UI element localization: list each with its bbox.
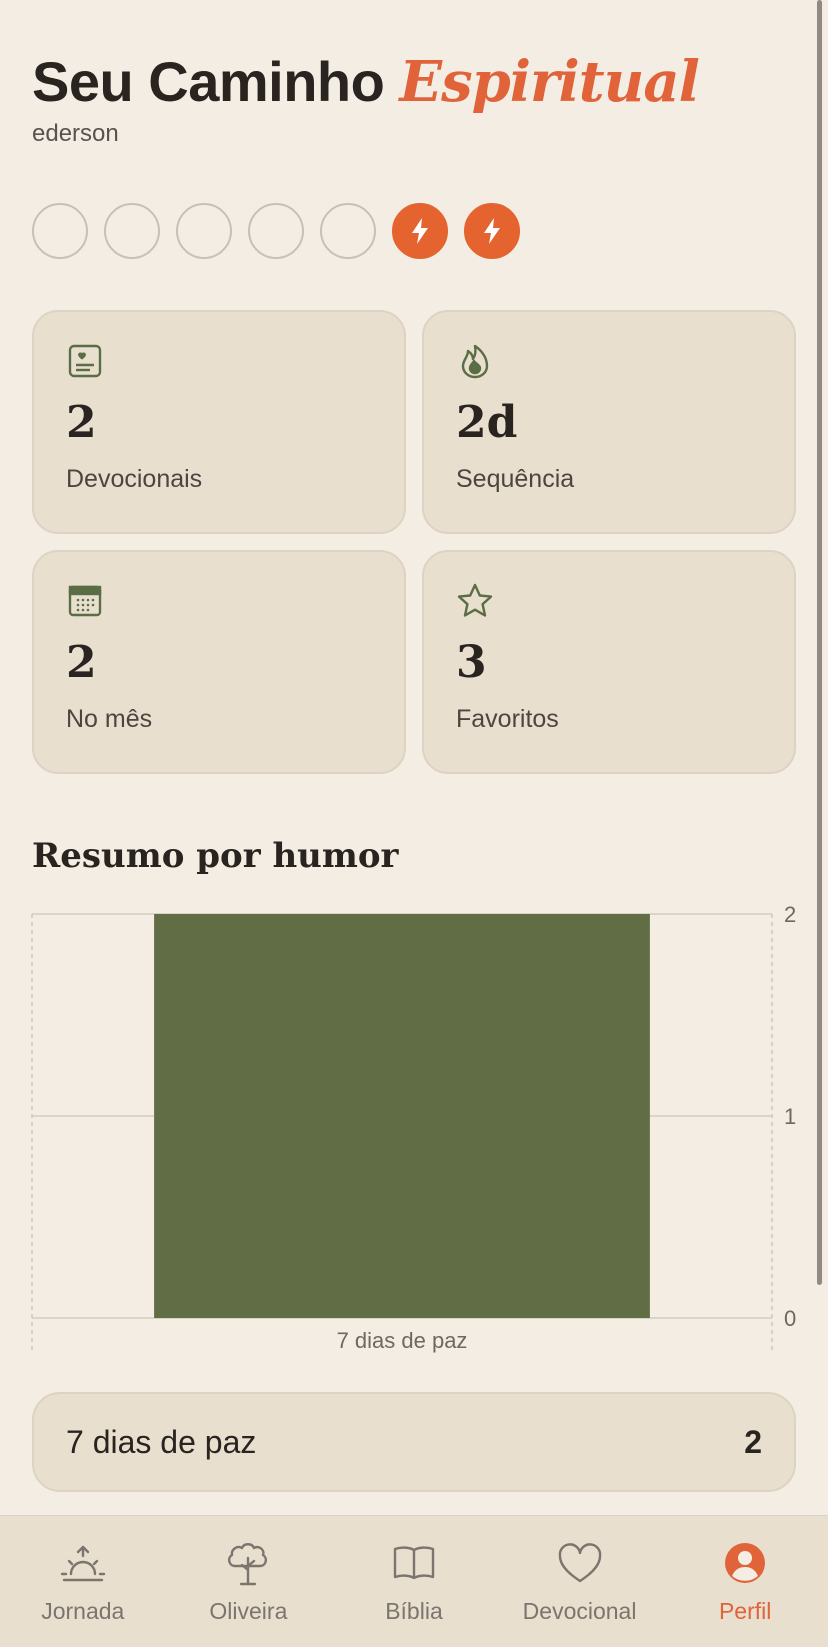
nav-label: Perfil bbox=[718, 1598, 772, 1624]
stat-value: 2d bbox=[456, 397, 518, 448]
summary-value: 2 bbox=[744, 1423, 762, 1460]
nav-item-oliveira[interactable]: Oliveira bbox=[178, 1536, 318, 1625]
stat-label: No mês bbox=[66, 705, 153, 733]
stat-value: 2 bbox=[66, 637, 97, 688]
page-header: Seu Caminho Espiritual ederson bbox=[32, 48, 700, 148]
stat-value: 3 bbox=[456, 637, 487, 688]
title-main: Seu Caminho bbox=[32, 50, 385, 113]
stat-card-month: 2 No mês bbox=[32, 550, 406, 774]
day-circle-active bbox=[464, 203, 520, 259]
sunrise-icon bbox=[60, 1545, 105, 1582]
nav-label: Jornada bbox=[41, 1598, 125, 1624]
summary-label: 7 dias de paz bbox=[66, 1423, 257, 1460]
x-tick-label: 7 dias de paz bbox=[337, 1328, 468, 1353]
title-accent: Espiritual bbox=[399, 49, 700, 115]
stat-label: Favoritos bbox=[456, 705, 559, 733]
lightning-icon bbox=[412, 218, 428, 244]
day-circle-active bbox=[392, 203, 448, 259]
y-tick-label: 2 bbox=[784, 902, 796, 927]
username: ederson bbox=[32, 120, 119, 147]
devotional-icon bbox=[68, 344, 102, 378]
bottom-nav: Jornada Oliveira Bíblia Devocional Perfi… bbox=[0, 1515, 828, 1647]
heart-icon bbox=[558, 1543, 601, 1583]
week-streak bbox=[32, 203, 520, 259]
nav-label: Oliveira bbox=[209, 1598, 288, 1624]
nav-item-jornada[interactable]: Jornada bbox=[13, 1536, 153, 1625]
book-icon bbox=[393, 1546, 435, 1580]
profile-icon bbox=[725, 1543, 766, 1583]
stat-card-devotionals: 2 Devocionais bbox=[32, 310, 406, 534]
mood-summary-row[interactable]: 7 dias de paz 2 bbox=[32, 1392, 796, 1492]
nav-label: Bíblia bbox=[385, 1598, 443, 1624]
stat-label: Sequência bbox=[456, 465, 575, 493]
mood-bar-chart: 0 1 2 7 dias de paz bbox=[31, 902, 796, 1353]
calendar-icon bbox=[68, 585, 102, 617]
star-icon bbox=[457, 583, 493, 617]
stat-card-favorites: 3 Favoritos bbox=[422, 550, 796, 774]
y-tick-label: 1 bbox=[784, 1104, 796, 1129]
day-circle bbox=[104, 203, 160, 259]
page-title: Seu Caminho Espiritual bbox=[32, 48, 700, 116]
nav-item-devocional[interactable]: Devocional bbox=[510, 1536, 650, 1625]
mood-summary-title: Resumo por humor bbox=[32, 836, 399, 876]
nav-item-perfil[interactable]: Perfil bbox=[675, 1536, 815, 1625]
stat-label: Devocionais bbox=[66, 465, 203, 493]
chart-bar bbox=[154, 914, 650, 1318]
lightning-icon bbox=[484, 218, 500, 244]
tree-icon bbox=[228, 1543, 268, 1586]
nav-label: Devocional bbox=[522, 1598, 637, 1624]
stat-value: 2 bbox=[66, 397, 97, 448]
y-tick-label: 0 bbox=[784, 1306, 796, 1331]
stat-card-streak: 2d Sequência bbox=[422, 310, 796, 534]
day-circle bbox=[176, 203, 232, 259]
day-circle bbox=[32, 203, 88, 259]
stats-grid: 2 Devocionais 2d Sequência 2 No mês 3 Fa… bbox=[32, 310, 796, 774]
nav-item-biblia[interactable]: Bíblia bbox=[344, 1536, 484, 1625]
day-circle bbox=[248, 203, 304, 259]
day-circle bbox=[320, 203, 376, 259]
flame-icon bbox=[461, 344, 489, 379]
